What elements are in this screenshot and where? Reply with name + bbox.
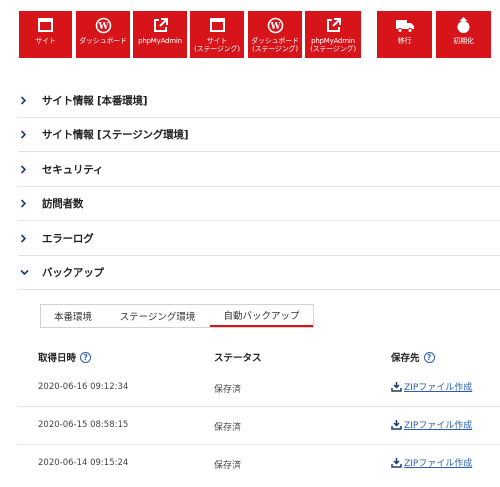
site-staging-button-label: サイト (ステージング) [194, 37, 240, 53]
migrate-button-label: 移行 [397, 37, 412, 45]
section-title: サイト情報 [ステージング環境] [42, 129, 189, 141]
chevron-right-icon [20, 130, 30, 139]
column-header-status: ステータス [214, 350, 262, 364]
backup-datetime: 2020-06-15 08:58:15 [38, 420, 129, 430]
zip-download-link[interactable]: ZIPファイル作成 [391, 418, 472, 431]
section-visitors[interactable]: 訪問者数 [18, 187, 500, 221]
zip-link-label: ZIPファイル作成 [404, 421, 473, 431]
column-header-datetime: 取得日時 ? [38, 350, 92, 364]
tab-staging[interactable]: ステージング環境 [105, 305, 210, 327]
wordpress-icon: W [94, 16, 112, 34]
column-header-label: 取得日時 [38, 353, 77, 364]
table-row: 2020-06-14 09:15:24 保存済 ZIPファイル作成 [18, 445, 500, 484]
section-title: バックアップ [42, 267, 104, 279]
action-toolbar: サイト W ダッシュボード phpMyAdmin サイト (ステージング) W … [19, 11, 500, 58]
phpmyadmin-button[interactable]: phpMyAdmin [133, 11, 187, 58]
column-header-label: ステータス [214, 353, 262, 364]
chevron-right-icon [20, 96, 30, 105]
chevron-right-icon [20, 234, 30, 243]
zip-download-link[interactable]: ZIPファイル作成 [391, 456, 472, 469]
migrate-button[interactable]: 移行 [377, 11, 432, 58]
site-button-label: サイト [35, 37, 56, 45]
section-title: 訪問者数 [42, 198, 84, 210]
download-icon [391, 420, 402, 430]
dashboard-staging-button-label: ダッシュボード (ステージング) [251, 37, 299, 53]
section-security[interactable]: セキュリティ [18, 153, 500, 187]
backup-datetime: 2020-06-16 09:12:34 [38, 382, 129, 392]
window-icon [208, 16, 226, 34]
section-title: セキュリティ [42, 164, 104, 176]
backup-tabs: 本番環境 ステージング環境 自動バックアップ [40, 304, 314, 328]
section-title: サイト情報 [本番環境] [42, 95, 148, 107]
chevron-down-icon [20, 269, 30, 276]
dashboard-button[interactable]: W ダッシュボード [76, 11, 130, 58]
column-header-destination: 保存先 ? [391, 350, 435, 364]
table-row: 2020-06-16 09:12:34 保存済 ZIPファイル作成 [18, 369, 500, 408]
section-backup[interactable]: バックアップ [18, 256, 500, 290]
site-staging-button[interactable]: サイト (ステージング) [190, 11, 244, 58]
chevron-right-icon [20, 165, 30, 174]
backup-datetime: 2020-06-14 09:15:24 [38, 458, 129, 468]
site-button[interactable]: サイト [19, 11, 72, 58]
table-row: 2020-06-15 08:58:15 保存済 ZIPファイル作成 [18, 407, 500, 446]
download-icon [391, 382, 402, 392]
section-title: エラーログ [42, 233, 94, 245]
window-icon [37, 16, 55, 34]
section-error-log[interactable]: エラーログ [18, 222, 500, 256]
tab-auto-backup[interactable]: 自動バックアップ [210, 305, 313, 327]
download-icon [391, 458, 402, 468]
zip-link-label: ZIPファイル作成 [404, 383, 473, 393]
backup-status: 保存済 [214, 461, 242, 471]
initialize-button[interactable]: 初期化 [436, 11, 491, 58]
help-icon[interactable]: ? [423, 351, 435, 363]
reset-icon [454, 16, 474, 34]
chevron-right-icon [20, 199, 30, 208]
zip-download-link[interactable]: ZIPファイル作成 [391, 380, 472, 393]
section-site-info-staging[interactable]: サイト情報 [ステージング環境] [18, 118, 500, 152]
phpmyadmin-staging-button[interactable]: phpMyAdmin (ステージング) [305, 11, 361, 58]
svg-text:W: W [97, 22, 109, 32]
tab-production[interactable]: 本番環境 [41, 305, 105, 327]
phpmyadmin-staging-button-label: phpMyAdmin (ステージング) [310, 37, 356, 53]
dashboard-button-label: ダッシュボード [79, 37, 127, 45]
column-header-label: 保存先 [391, 353, 420, 364]
section-site-info-production[interactable]: サイト情報 [本番環境] [18, 84, 500, 118]
help-icon[interactable]: ? [80, 351, 92, 363]
moving-truck-icon [394, 16, 416, 34]
phpmyadmin-button-label: phpMyAdmin [138, 37, 182, 45]
initialize-button-label: 初期化 [453, 37, 474, 45]
svg-text:W: W [269, 22, 281, 32]
backup-status: 保存済 [214, 423, 242, 433]
external-link-icon [151, 16, 169, 34]
wordpress-icon: W [266, 16, 284, 34]
dashboard-staging-button[interactable]: W ダッシュボード (ステージング) [248, 11, 302, 58]
external-link-icon [324, 16, 342, 34]
zip-link-label: ZIPファイル作成 [404, 459, 473, 469]
backup-status: 保存済 [214, 385, 242, 395]
